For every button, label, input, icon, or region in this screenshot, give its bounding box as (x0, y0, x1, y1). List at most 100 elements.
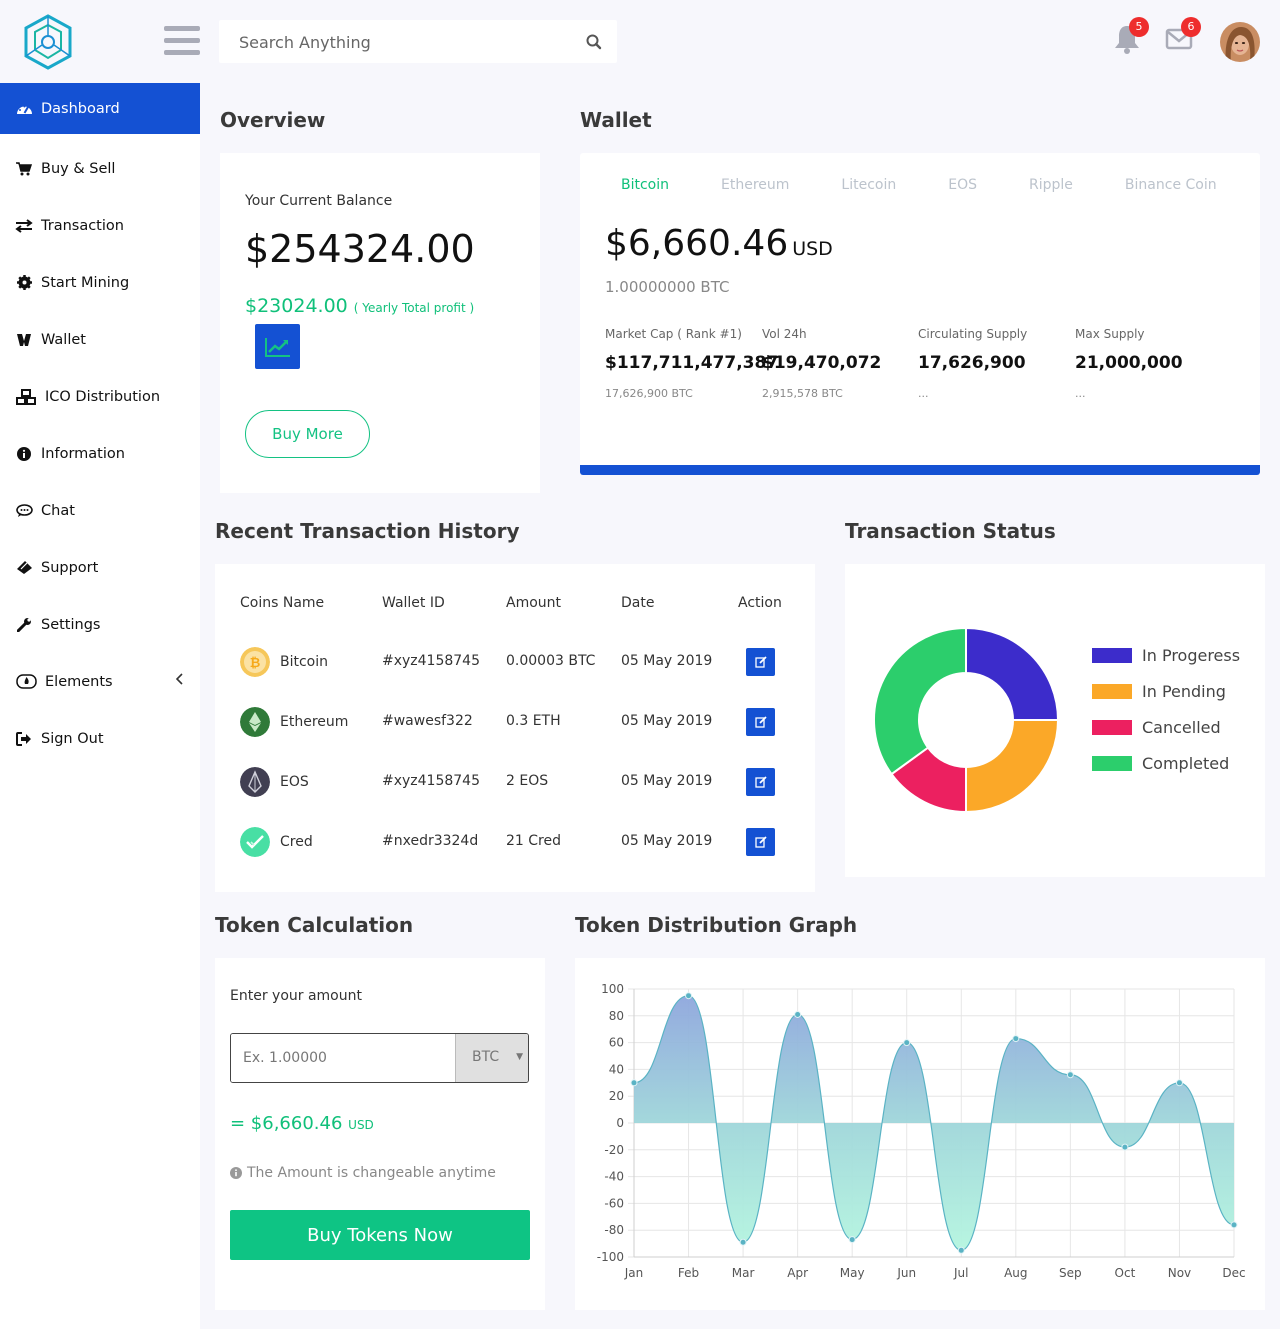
status-donut-chart (873, 626, 1060, 814)
stat-sub: ... (918, 387, 929, 400)
sidebar-item-label: ICO Distribution (45, 388, 161, 405)
data-point[interactable] (1121, 1143, 1129, 1151)
sidebar-item-label: Start Mining (41, 274, 130, 291)
tab-ripple[interactable]: Ripple (1029, 177, 1073, 193)
donut-slice-completed[interactable] (873, 626, 967, 776)
notifications-button[interactable]: 5 (1113, 17, 1149, 54)
table-row: Cred #nxedr3324d 21 Cred 05 May 2019 (215, 812, 815, 872)
stat-sub: 2,915,578 BTC (762, 387, 843, 400)
stat-sub: 17,626,900 BTC (605, 387, 693, 400)
sidebar-item-information[interactable]: Information (0, 425, 200, 482)
sidebar-item-buy-sell[interactable]: Buy & Sell (0, 140, 200, 197)
data-point[interactable] (630, 1079, 638, 1087)
legend-swatch (1092, 756, 1132, 771)
data-point[interactable] (794, 1010, 802, 1018)
x-tick-label: Mar (732, 1266, 755, 1280)
y-tick-label: -20 (604, 1143, 624, 1157)
logo-icon[interactable] (23, 14, 73, 70)
sidebar-item-label: Buy & Sell (41, 160, 116, 177)
x-tick-label: Jul (953, 1266, 968, 1280)
legend-label: Cancelled (1142, 718, 1221, 737)
coin-name: Cred (280, 834, 313, 850)
donut-slice-in-pending[interactable] (965, 719, 1060, 814)
profit-note: ( Yearly Total profit ) (353, 301, 475, 315)
data-point[interactable] (739, 1238, 747, 1246)
x-tick-label: Jun (896, 1266, 916, 1280)
search-box (219, 20, 617, 63)
cred-icon (240, 827, 270, 857)
y-tick-label: 0 (616, 1116, 624, 1130)
menu-toggle-button[interactable] (164, 26, 200, 56)
transactions-title: Recent Transaction History (215, 519, 520, 543)
sidebar-item-chat[interactable]: Chat (0, 482, 200, 539)
data-point[interactable] (1066, 1071, 1074, 1079)
sidebar-item-label: Transaction (41, 217, 124, 234)
data-point[interactable] (903, 1039, 911, 1047)
dropdown-arrow-icon: ▼ (516, 1052, 523, 1062)
amount-input[interactable] (231, 1034, 455, 1082)
buy-tokens-button[interactable]: Buy Tokens Now (230, 1210, 530, 1260)
sidebar-item-sign-out[interactable]: Sign Out (0, 710, 200, 767)
sidebar-item-ico-distribution[interactable]: ICO Distribution (0, 368, 200, 425)
volume-stat: Vol 24h $19,470,072 2,915,578 BTC (762, 327, 912, 400)
sidebar-item-elements[interactable]: Elements (0, 653, 200, 710)
chevron-left-icon (176, 673, 183, 685)
buy-more-button[interactable]: Buy More (245, 410, 370, 458)
y-tick-label: -40 (604, 1170, 624, 1184)
data-point[interactable] (848, 1236, 856, 1244)
sidebar-item-settings[interactable]: Settings (0, 596, 200, 653)
edit-button[interactable] (746, 708, 775, 736)
yearly-profit: $23024.00 ( Yearly Total profit ) (245, 295, 474, 317)
overview-card: Your Current Balance $254324.00 $23024.0… (220, 153, 540, 493)
currency-select[interactable]: BTC ▼ (455, 1034, 528, 1082)
legend-swatch (1092, 720, 1132, 735)
token-distribution-chart: 100 80 60 40 20 0 -20 -40 -60 -80 -100Jan Feb Mar Apr… (597, 982, 1246, 1280)
search-input[interactable] (239, 30, 569, 54)
sidebar-item-label: Chat (41, 502, 75, 519)
tab-eos[interactable]: EOS (948, 177, 977, 193)
edit-icon (754, 656, 767, 668)
tab-binance-coin[interactable]: Binance Coin (1125, 177, 1217, 193)
edit-button[interactable] (746, 828, 775, 856)
cubes-icon (15, 388, 37, 405)
messages-button[interactable]: 6 (1165, 17, 1201, 54)
table-row: ₿ Bitcoin #xyz4158745 0.00003 BTC 05 May… (215, 632, 815, 692)
sidebar-item-transaction[interactable]: Transaction (0, 197, 200, 254)
tab-bitcoin[interactable]: Bitcoin (621, 177, 669, 193)
chat-icon (15, 503, 33, 519)
stat-value: $117,711,477,387 (605, 353, 779, 373)
sidebar-item-start-mining[interactable]: Start Mining (0, 254, 200, 311)
x-tick-label: Oct (1115, 1266, 1136, 1280)
y-tick-label: -80 (604, 1223, 624, 1237)
status-title: Transaction Status (845, 519, 1056, 543)
sidebar-item-support[interactable]: Support (0, 539, 200, 596)
donut-slice-in-progress[interactable] (965, 626, 1060, 721)
table-row: EOS #xyz4158745 2 EOS 05 May 2019 (215, 752, 815, 812)
wallet-id: #xyz4158745 (382, 773, 480, 789)
profit-value: $23024.00 (245, 295, 348, 317)
tab-litecoin[interactable]: Litecoin (841, 177, 896, 193)
token-calc-title: Token Calculation (215, 913, 414, 937)
chart-title: Token Distribution Graph (575, 913, 858, 937)
edit-button[interactable] (746, 648, 775, 676)
coin-price: $6,660.46 USD (605, 223, 833, 264)
stat-label: Market Cap ( Rank #1) (605, 327, 742, 341)
profit-chart-button[interactable] (255, 324, 300, 369)
sidebar-item-label: Information (41, 445, 125, 462)
avatar[interactable] (1220, 22, 1260, 62)
status-card: In Progeress In Pending Cancelled Comple… (845, 564, 1265, 877)
data-point[interactable] (957, 1246, 965, 1254)
sidebar-item-dashboard[interactable]: Dashboard (0, 83, 200, 134)
search-icon[interactable] (585, 33, 603, 51)
sidebar-item-wallet[interactable]: Wallet (0, 311, 200, 368)
data-point[interactable] (1012, 1035, 1020, 1043)
tab-ethereum[interactable]: Ethereum (721, 177, 789, 193)
wallet-id: #wawesf322 (382, 713, 473, 729)
market-cap-stat: Market Cap ( Rank #1) $117,711,477,387 1… (605, 327, 779, 400)
data-point[interactable] (1175, 1079, 1183, 1087)
btc-amount: 1.00000000 BTC (605, 278, 730, 296)
data-point[interactable] (1230, 1221, 1238, 1229)
data-point[interactable] (685, 992, 693, 1000)
edit-button[interactable] (746, 768, 775, 796)
legend-label: Completed (1142, 754, 1230, 773)
